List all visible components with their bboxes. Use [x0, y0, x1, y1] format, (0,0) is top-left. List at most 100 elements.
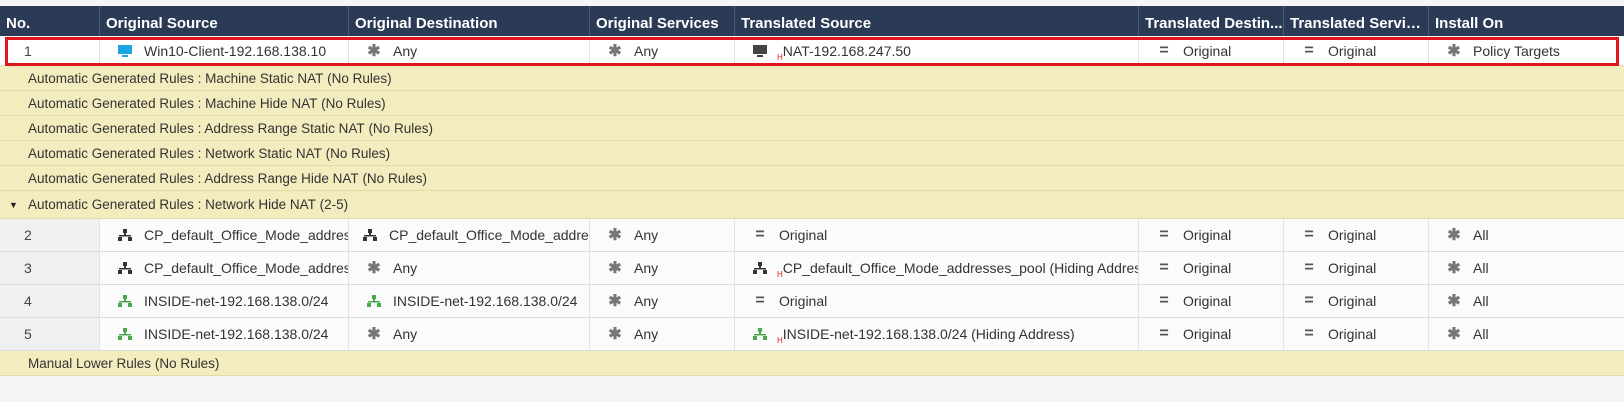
column-header-translated-destination[interactable]: Translated Destin... — [1139, 6, 1284, 36]
translated-source-label: Original — [779, 293, 828, 309]
rule-number: 5 — [0, 318, 100, 350]
network-icon — [114, 262, 136, 274]
column-header-install-on[interactable]: Install On — [1429, 6, 1624, 36]
original-destination-label: CP_default_Office_Mode_addresse — [389, 227, 590, 243]
any-icon: ✱ — [608, 326, 622, 343]
original-destination-cell[interactable]: ✱ Any — [349, 37, 590, 65]
section-manual-lower-rules[interactable]: Manual Lower Rules (No Rules) — [0, 351, 1624, 376]
network-icon — [114, 229, 136, 241]
table-row[interactable]: 4 INSIDE-net-192.168.138.0/24 INSIDE-net… — [0, 285, 1624, 318]
translated-source-cell[interactable]: H NAT-192.168.247.50 — [735, 37, 1139, 65]
original-source-label: INSIDE-net-192.168.138.0/24 — [144, 326, 329, 342]
original-destination-cell[interactable]: CP_default_Office_Mode_addresse — [349, 219, 590, 251]
original-services-cell[interactable]: ✱ Any — [590, 285, 735, 317]
translated-services-cell[interactable]: = Original — [1284, 318, 1429, 350]
translated-source-cell[interactable]: H INSIDE-net-192.168.138.0/24 (Hiding Ad… — [735, 318, 1139, 350]
section-label: Automatic Generated Rules : Network Stat… — [28, 145, 322, 161]
translated-services-cell[interactable]: = Original — [1284, 37, 1429, 65]
translated-source-label: Original — [779, 227, 828, 243]
original-destination-cell[interactable]: INSIDE-net-192.168.138.0/24 — [349, 285, 590, 317]
translated-destination-label: Original — [1183, 43, 1232, 59]
hide-marker: H — [777, 52, 783, 62]
section-count: (No Rules) — [327, 70, 392, 86]
original-source-cell[interactable]: INSIDE-net-192.168.138.0/24 — [100, 285, 349, 317]
translated-destination-cell[interactable]: = Original — [1139, 219, 1284, 251]
original-destination-label: Any — [393, 43, 418, 59]
original-services-cell[interactable]: ✱ Any — [590, 37, 735, 65]
translated-services-label: Original — [1328, 326, 1377, 342]
original-services-cell[interactable]: ✱ Any — [590, 318, 735, 350]
table-row[interactable]: 5 INSIDE-net-192.168.138.0/24 ✱ Any ✱ An… — [0, 318, 1624, 351]
install-on-cell[interactable]: ✱ All — [1429, 252, 1624, 284]
original-destination-cell[interactable]: ✱ Any — [349, 318, 590, 350]
column-header-original-source[interactable]: Original Source — [100, 6, 349, 36]
translated-destination-cell[interactable]: = Original — [1139, 318, 1284, 350]
original-source-cell[interactable]: INSIDE-net-192.168.138.0/24 — [100, 318, 349, 350]
any-icon: ✱ — [608, 293, 622, 310]
translated-source-label: CP_default_Office_Mode_addresses_pool — [782, 260, 1046, 276]
any-icon: ✱ — [1447, 293, 1461, 310]
column-header-translated-source[interactable]: Translated Source — [735, 6, 1139, 36]
any-icon: ✱ — [608, 43, 622, 60]
install-on-cell[interactable]: ✱ All — [1429, 285, 1624, 317]
table-header: No. Original Source Original Destination… — [0, 6, 1624, 36]
collapse-caret-icon[interactable]: ▼ — [9, 191, 18, 218]
original-source-cell[interactable]: CP_default_Office_Mode_address... — [100, 219, 349, 251]
original-source-cell[interactable]: CP_default_Office_Mode_address... — [100, 252, 349, 284]
translated-source-note: (Hiding Address) — [1049, 260, 1138, 276]
host-icon — [114, 44, 136, 58]
translated-source-note: (Hiding Address) — [971, 326, 1075, 342]
section-network-static-nat[interactable]: Automatic Generated Rules : Network Stat… — [0, 141, 1624, 166]
table-row[interactable]: 2 CP_default_Office_Mode_address... CP_d… — [0, 219, 1624, 252]
section-machine-static-nat[interactable]: Automatic Generated Rules : Machine Stat… — [0, 66, 1624, 91]
any-icon: ✱ — [367, 260, 381, 277]
translated-services-cell[interactable]: = Original — [1284, 285, 1429, 317]
table-row[interactable]: 1 Win10-Client-192.168.138.10 ✱ Any ✱ An… — [0, 37, 1624, 66]
original-equals-icon: = — [1304, 259, 1314, 276]
translated-services-label: Original — [1328, 293, 1377, 309]
original-services-cell[interactable]: ✱ Any — [590, 252, 735, 284]
original-equals-icon: = — [1304, 226, 1314, 243]
install-on-cell[interactable]: ✱ All — [1429, 219, 1624, 251]
section-address-range-static-nat[interactable]: Automatic Generated Rules : Address Rang… — [0, 116, 1624, 141]
translated-source-cell[interactable]: H CP_default_Office_Mode_addresses_pool … — [735, 252, 1139, 284]
original-source-cell[interactable]: Win10-Client-192.168.138.10 — [100, 37, 349, 65]
translated-services-label: Original — [1328, 43, 1377, 59]
section-label: Manual Lower Rules — [28, 355, 152, 371]
section-count: (No Rules) — [362, 170, 427, 186]
original-source-label: Win10-Client-192.168.138.10 — [144, 43, 327, 59]
install-on-cell[interactable]: ✱ All — [1429, 318, 1624, 350]
translated-services-cell[interactable]: = Original — [1284, 219, 1429, 251]
network-icon — [749, 328, 771, 340]
column-header-original-destination[interactable]: Original Destination — [349, 6, 590, 36]
section-network-hide-nat[interactable]: ▼ Automatic Generated Rules : Network Hi… — [0, 191, 1624, 219]
translated-services-label: Original — [1328, 260, 1377, 276]
section-count: (No Rules) — [325, 145, 391, 161]
translated-source-label: INSIDE-net-192.168.138.0/24 — [782, 326, 968, 342]
section-label: Automatic Generated Rules : Machine Hide… — [28, 95, 318, 111]
section-machine-hide-nat[interactable]: Automatic Generated Rules : Machine Hide… — [0, 91, 1624, 116]
translated-destination-cell[interactable]: = Original — [1139, 252, 1284, 284]
network-icon — [749, 262, 771, 274]
original-destination-cell[interactable]: ✱ Any — [349, 252, 590, 284]
section-label: Automatic Generated Rules : Address Rang… — [28, 170, 359, 186]
translated-source-cell[interactable]: = Original — [735, 285, 1139, 317]
column-header-no[interactable]: No. — [0, 6, 100, 36]
translated-destination-cell[interactable]: = Original — [1139, 37, 1284, 65]
original-equals-icon: = — [1304, 325, 1314, 342]
column-header-original-services[interactable]: Original Services — [590, 6, 735, 36]
any-icon: ✱ — [1447, 43, 1461, 60]
translated-services-cell[interactable]: = Original — [1284, 252, 1429, 284]
rule-number: 3 — [0, 252, 100, 284]
original-equals-icon: = — [755, 292, 765, 309]
table-row[interactable]: 3 CP_default_Office_Mode_address... ✱ An… — [0, 252, 1624, 285]
hide-marker: H — [777, 335, 783, 345]
any-icon: ✱ — [608, 260, 622, 277]
section-address-range-hide-nat[interactable]: Automatic Generated Rules : Address Rang… — [0, 166, 1624, 191]
install-on-cell[interactable]: ✱ Policy Targets — [1429, 37, 1624, 65]
translated-destination-cell[interactable]: = Original — [1139, 285, 1284, 317]
original-services-cell[interactable]: ✱ Any — [590, 219, 735, 251]
column-header-translated-services[interactable]: Translated Services — [1284, 6, 1429, 36]
install-on-label: All — [1473, 326, 1489, 342]
translated-source-cell[interactable]: = Original — [735, 219, 1139, 251]
